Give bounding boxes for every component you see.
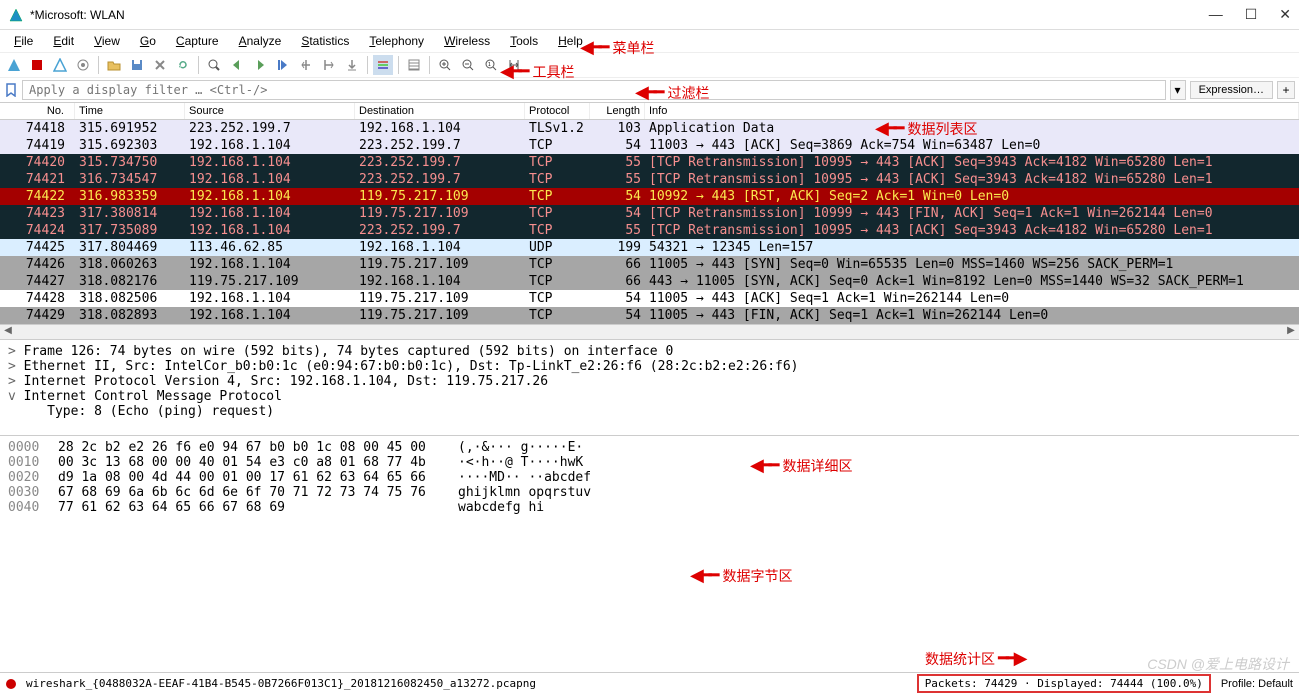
- expression-button[interactable]: Expression…: [1190, 81, 1273, 99]
- restart-icon[interactable]: [50, 55, 70, 75]
- menu-bar: FileEditViewGoCaptureAnalyzeStatisticsTe…: [0, 30, 1299, 52]
- prev-icon[interactable]: [227, 55, 247, 75]
- filter-bar: ▾ Expression… +: [0, 78, 1299, 102]
- first-icon[interactable]: [296, 55, 316, 75]
- options-icon[interactable]: [73, 55, 93, 75]
- title-bar: *Microsoft: WLAN — ☐ ✕: [0, 0, 1299, 30]
- display-filter-input[interactable]: [22, 80, 1166, 100]
- packet-row[interactable]: 74419315.692303192.168.1.104223.252.199.…: [0, 137, 1299, 154]
- menu-capture[interactable]: Capture: [168, 32, 227, 50]
- h-scrollbar[interactable]: ◀▶: [0, 324, 1299, 340]
- resize-cols-icon[interactable]: [504, 55, 524, 75]
- fin-icon[interactable]: [4, 55, 24, 75]
- autoscroll-icon[interactable]: [342, 55, 362, 75]
- window-title: *Microsoft: WLAN: [30, 8, 1209, 22]
- detail-line[interactable]: Internet Protocol Version 4, Src: 192.16…: [0, 374, 1299, 389]
- menu-telephony[interactable]: Telephony: [361, 32, 432, 50]
- columns-icon[interactable]: [404, 55, 424, 75]
- menu-wireless[interactable]: Wireless: [436, 32, 498, 50]
- detail-line[interactable]: Ethernet II, Src: IntelCor_b0:b0:1c (e0:…: [0, 359, 1299, 374]
- menu-go[interactable]: Go: [132, 32, 164, 50]
- status-profile[interactable]: Profile: Default: [1221, 678, 1293, 690]
- zoom-out-icon[interactable]: [458, 55, 478, 75]
- col-no[interactable]: No.: [0, 103, 75, 119]
- status-bar: wireshark_{0488032A-EEAF-41B4-B545-0B726…: [0, 672, 1299, 694]
- byte-line[interactable]: 004077 61 62 63 64 65 66 67 68 69wabcdef…: [0, 500, 1299, 515]
- menu-help[interactable]: Help: [550, 32, 591, 50]
- status-file: wireshark_{0488032A-EEAF-41B4-B545-0B726…: [26, 677, 907, 690]
- bookmark-icon[interactable]: [4, 83, 18, 97]
- watermark: CSDN @爱上电路设计: [1147, 654, 1289, 674]
- byte-line[interactable]: 003067 68 69 6a 6b 6c 6d 6e 6f 70 71 72 …: [0, 485, 1299, 500]
- menu-view[interactable]: View: [86, 32, 128, 50]
- col-info[interactable]: Info: [645, 103, 1299, 119]
- next-icon[interactable]: [250, 55, 270, 75]
- packet-row[interactable]: 74428318.082506192.168.1.104119.75.217.1…: [0, 290, 1299, 307]
- menu-file[interactable]: File: [6, 32, 41, 50]
- detail-line[interactable]: Internet Control Message Protocol: [0, 389, 1299, 404]
- packet-row[interactable]: 74423317.380814192.168.1.104119.75.217.1…: [0, 205, 1299, 222]
- maximize-button[interactable]: ☐: [1245, 6, 1258, 23]
- goto-icon[interactable]: [273, 55, 293, 75]
- col-len[interactable]: Length: [590, 103, 645, 119]
- byte-line[interactable]: 000028 2c b2 e2 26 f6 e0 94 67 b0 b0 1c …: [0, 440, 1299, 455]
- packet-row[interactable]: 74420315.734750192.168.1.104223.252.199.…: [0, 154, 1299, 171]
- dropdown-icon[interactable]: ▾: [1170, 80, 1186, 100]
- packet-bytes[interactable]: 000028 2c b2 e2 26 f6 e0 94 67 b0 b0 1c …: [0, 436, 1299, 581]
- last-icon[interactable]: [319, 55, 339, 75]
- packet-row[interactable]: 74429318.082893192.168.1.104119.75.217.1…: [0, 307, 1299, 324]
- col-dst[interactable]: Destination: [355, 103, 525, 119]
- packet-row[interactable]: 74418315.691952223.252.199.7192.168.1.10…: [0, 120, 1299, 137]
- packet-row[interactable]: 74421316.734547192.168.1.104223.252.199.…: [0, 171, 1299, 188]
- packet-row[interactable]: 74425317.804469113.46.62.85192.168.1.104…: [0, 239, 1299, 256]
- col-proto[interactable]: Protocol: [525, 103, 590, 119]
- status-stats: Packets: 74429 · Displayed: 74444 (100.0…: [917, 674, 1211, 693]
- find-icon[interactable]: [204, 55, 224, 75]
- packet-list: No. Time Source Destination Protocol Len…: [0, 102, 1299, 324]
- detail-line[interactable]: Frame 126: 74 bytes on wire (592 bits), …: [0, 344, 1299, 359]
- packet-details[interactable]: Frame 126: 74 bytes on wire (592 bits), …: [0, 340, 1299, 436]
- packet-row[interactable]: 74424317.735089192.168.1.104223.252.199.…: [0, 222, 1299, 239]
- close-button[interactable]: ✕: [1279, 6, 1291, 23]
- menu-analyze[interactable]: Analyze: [231, 32, 290, 50]
- packet-list-header: No. Time Source Destination Protocol Len…: [0, 102, 1299, 120]
- menu-edit[interactable]: Edit: [45, 32, 82, 50]
- col-src[interactable]: Source: [185, 103, 355, 119]
- colorize-icon[interactable]: [373, 55, 393, 75]
- detail-line[interactable]: Type: 8 (Echo (ping) request): [0, 404, 1299, 419]
- packet-row[interactable]: 74427318.082176119.75.217.109192.168.1.1…: [0, 273, 1299, 290]
- svg-text:1: 1: [488, 62, 491, 68]
- stop-icon[interactable]: [27, 55, 47, 75]
- menu-statistics[interactable]: Statistics: [293, 32, 357, 50]
- byte-line[interactable]: 001000 3c 13 68 00 00 40 01 54 e3 c0 a8 …: [0, 455, 1299, 470]
- minimize-button[interactable]: —: [1209, 6, 1223, 23]
- save-icon[interactable]: [127, 55, 147, 75]
- menu-tools[interactable]: Tools: [502, 32, 546, 50]
- close-file-icon[interactable]: [150, 55, 170, 75]
- zoom-in-icon[interactable]: [435, 55, 455, 75]
- packet-row[interactable]: 74422316.983359192.168.1.104119.75.217.1…: [0, 188, 1299, 205]
- packet-row[interactable]: 74426318.060263192.168.1.104119.75.217.1…: [0, 256, 1299, 273]
- expert-info-icon[interactable]: [6, 679, 16, 689]
- add-filter-button[interactable]: +: [1277, 81, 1295, 99]
- reload-icon[interactable]: [173, 55, 193, 75]
- zoom-reset-icon[interactable]: 1: [481, 55, 501, 75]
- col-time[interactable]: Time: [75, 103, 185, 119]
- open-icon[interactable]: [104, 55, 124, 75]
- byte-line[interactable]: 0020d9 1a 08 00 4d 44 00 01 00 17 61 62 …: [0, 470, 1299, 485]
- app-icon: [8, 7, 24, 23]
- toolbar: 1: [0, 52, 1299, 78]
